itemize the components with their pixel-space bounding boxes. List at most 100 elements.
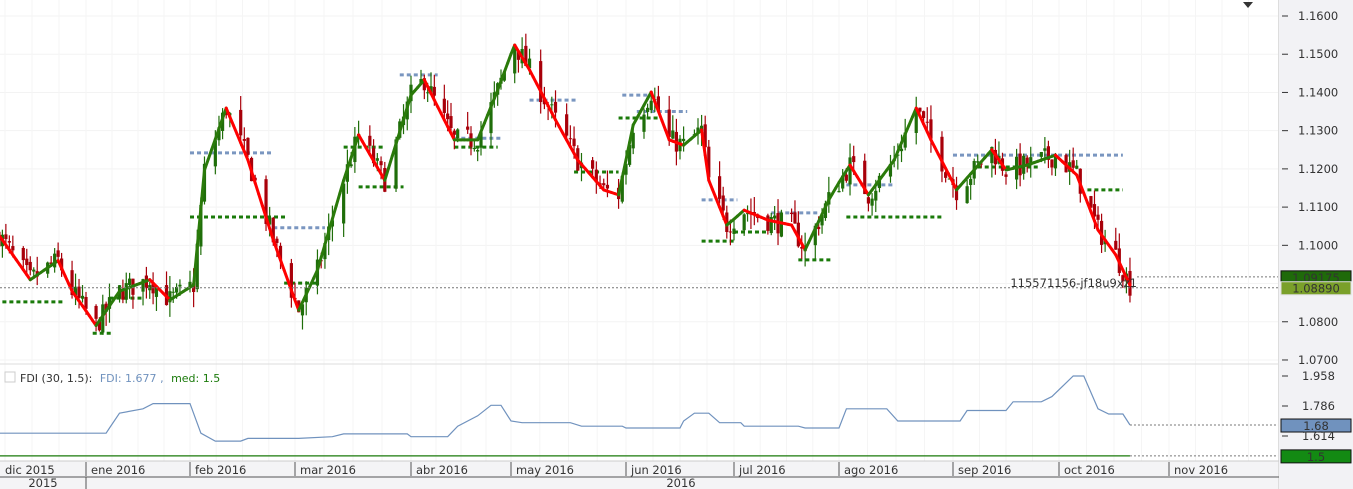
candle-body [25, 258, 29, 266]
x-tick-label: dic 2015 [5, 463, 55, 477]
candle-body [649, 100, 653, 111]
price-chart[interactable]: 1.681.5 1.16001.15001.14001.13001.12001.… [0, 0, 1353, 489]
dropdown-triangle-icon[interactable] [1243, 2, 1253, 8]
candle-body [793, 212, 797, 224]
price-tag-value: 1.08890 [1292, 282, 1340, 296]
fdi-indicator: 1.681.5 [0, 375, 1352, 464]
trend-segment [257, 192, 264, 208]
candle-body [1043, 148, 1047, 151]
candle-body [817, 226, 821, 230]
candle-body [171, 291, 175, 293]
fdi-tick-label: 1.614 [1302, 429, 1335, 443]
candle-body [789, 212, 794, 214]
candle-body [742, 214, 746, 231]
candle-body [442, 98, 446, 113]
fdi-line [0, 375, 1131, 442]
legend-separator: , [160, 372, 164, 385]
x-tick-label: ago 2016 [844, 463, 898, 477]
fdi-legend: FDI (30, 1.5): FDI: 1.677 , med: 1.5 [4, 371, 220, 385]
candle-body [342, 183, 346, 224]
x-tick-label: jul 2016 [738, 463, 786, 477]
trend-segment [387, 154, 394, 170]
candle-body [128, 278, 132, 286]
y-tick-label: 1.1500 [1298, 47, 1338, 61]
legend-prefix: FDI (30, 1.5): [20, 372, 92, 385]
candle-body [476, 150, 480, 152]
candle-body [553, 101, 558, 113]
chart-annotation: 115571156-jf18u9xz1 [1010, 276, 1137, 290]
candle-body [426, 92, 430, 94]
candle-body [965, 186, 969, 204]
candle-body [1050, 159, 1054, 168]
candle-body [32, 269, 36, 272]
candle-body [379, 161, 383, 166]
candle-body [969, 178, 973, 185]
candle-body [728, 231, 732, 233]
candle-body [925, 121, 929, 123]
candle-body [368, 135, 372, 146]
y-tick-label: 1.0700 [1298, 353, 1338, 367]
trend-segment [394, 130, 402, 146]
candle-body [513, 48, 517, 74]
candle-body [844, 174, 848, 181]
candle-body [646, 107, 650, 112]
candle-body [568, 138, 572, 140]
candle-body [449, 116, 453, 128]
candle-body [1096, 214, 1100, 220]
candle-body [466, 126, 470, 130]
y-tick-label: 1.0800 [1298, 315, 1338, 329]
candle-body [642, 114, 646, 132]
x-tick-label: nov 2016 [1174, 463, 1228, 477]
x-tick-label: may 2016 [516, 463, 574, 477]
x-tick-label: feb 2016 [195, 463, 246, 477]
candle-body [591, 160, 595, 169]
candle-body [432, 86, 436, 96]
candle-body [28, 261, 32, 271]
candle-body [124, 283, 128, 300]
x-tick-label: sep 2016 [958, 463, 1011, 477]
candle-body [4, 234, 8, 240]
svg-text:FDI (30, 1.5): FDI: 1.67: FDI (30, 1.5): FDI: 1.677 , med: 1.5 [20, 372, 220, 385]
candle-body [472, 148, 476, 150]
y-tick-label: 1.1300 [1298, 124, 1338, 138]
legend-toggle-icon[interactable] [4, 371, 16, 383]
fdi-tag-value: 1.5 [1307, 450, 1325, 464]
candle-body [246, 137, 250, 155]
candle-body [80, 295, 85, 299]
candle-body [375, 158, 379, 161]
candle-body [11, 246, 15, 251]
candle-body [870, 198, 874, 206]
candle-body [242, 138, 246, 141]
candle-body [602, 183, 606, 186]
candle-body [682, 138, 686, 142]
candle-body [456, 129, 460, 139]
candle-body [605, 184, 610, 189]
candle-body [94, 305, 98, 319]
candle-body [56, 250, 60, 257]
fdi-tick-label: 1.958 [1302, 369, 1335, 383]
candle-body [7, 241, 11, 243]
candle-body [866, 197, 871, 204]
candle-body [178, 284, 182, 287]
trend-segment [282, 268, 290, 282]
candle-body [452, 130, 456, 135]
y-tick-label: 1.1400 [1298, 85, 1338, 99]
x-tick-label: mar 2016 [300, 463, 356, 477]
candle-body [446, 113, 450, 120]
candle-body [1004, 174, 1008, 177]
candle-body [565, 114, 569, 136]
x-tick-label: ene 2016 [91, 463, 145, 477]
candle-body [921, 111, 926, 119]
candle-body [766, 215, 770, 231]
y-tick-label: 1.1000 [1298, 238, 1338, 252]
fdi-tick-label: 1.786 [1302, 399, 1335, 413]
candle-body [837, 190, 841, 193]
candle-body [275, 238, 279, 243]
candle-body [21, 247, 25, 261]
grid [0, 0, 1278, 461]
year-label: 2015 [28, 476, 57, 489]
trend-segment [334, 191, 342, 208]
candle-body [1071, 160, 1075, 168]
candle-body [77, 286, 81, 298]
candle-body [773, 215, 777, 219]
